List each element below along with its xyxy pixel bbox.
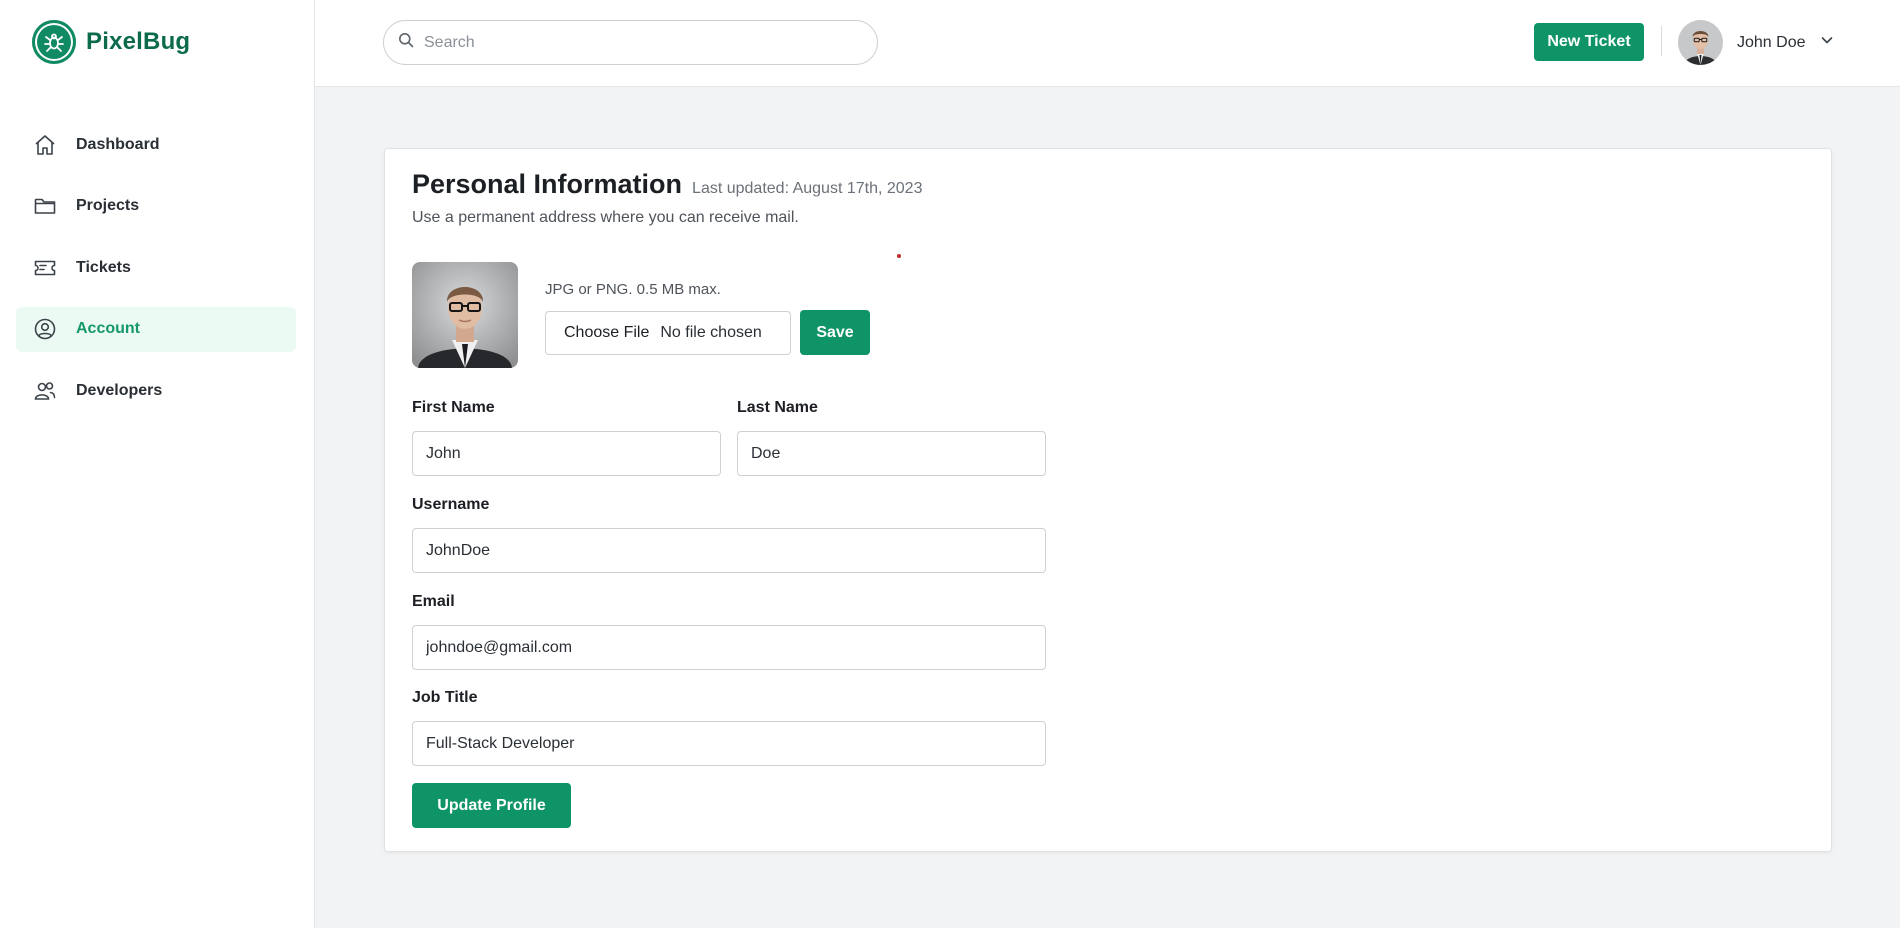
profile-photo [412, 262, 518, 368]
user-menu[interactable]: John Doe [1678, 20, 1834, 65]
sidebar-item-label: Projects [76, 197, 140, 214]
first-name-field[interactable] [412, 431, 721, 476]
header-divider [1661, 26, 1662, 56]
chevron-down-icon[interactable] [1820, 33, 1834, 52]
sidebar-item-dashboard[interactable]: Dashboard [16, 122, 296, 167]
save-photo-button[interactable]: Save [800, 310, 870, 355]
search-icon [398, 32, 414, 53]
subtitle: Use a permanent address where you can re… [412, 209, 799, 226]
avatar[interactable] [1678, 20, 1723, 65]
username-field[interactable] [412, 528, 1046, 573]
search-box[interactable] [383, 20, 878, 65]
username-label: Username [412, 496, 490, 513]
sidebar-item-label: Account [76, 320, 140, 337]
last-name-field[interactable] [737, 431, 1046, 476]
ticket-icon [32, 255, 58, 281]
update-profile-button[interactable]: Update Profile [412, 783, 571, 828]
sidebar-item-projects[interactable]: Projects [16, 184, 296, 229]
brand-name: PixelBug [86, 28, 191, 55]
folder-icon [32, 193, 58, 219]
search-input[interactable] [424, 33, 844, 52]
sidebar-item-label: Dashboard [76, 135, 160, 153]
choose-file-button[interactable]: Choose File [564, 324, 649, 342]
page-title: Personal Information [412, 169, 683, 199]
home-icon [32, 132, 58, 158]
bug-icon [32, 20, 76, 64]
email-field[interactable] [412, 625, 1046, 670]
upload-hint: JPG or PNG. 0.5 MB max. [545, 281, 721, 298]
sidebar-item-tickets[interactable]: Tickets [16, 245, 296, 290]
sidebar-item-label: Developers [76, 381, 163, 399]
user-circle-icon [32, 316, 58, 342]
last-updated: Last updated: August 17th, 2023 [692, 180, 923, 197]
users-icon [32, 378, 58, 404]
sidebar-item-developers[interactable]: Developers [16, 368, 296, 413]
new-ticket-button[interactable]: New Ticket [1534, 23, 1644, 61]
sidebar-nav: Dashboard Projects Tickets Account Devel… [16, 122, 296, 430]
job-title-label: Job Title [412, 689, 478, 706]
personal-info-card: Personal Information Last updated: Augus… [384, 148, 1832, 852]
title-row: Personal Information Last updated: Augus… [412, 169, 922, 200]
job-title-field[interactable] [412, 721, 1046, 766]
top-header: New Ticket John Doe [315, 0, 1900, 87]
sidebar-item-account[interactable]: Account [16, 306, 296, 352]
marker-dot [897, 254, 901, 258]
brand[interactable]: PixelBug [32, 20, 190, 64]
file-input[interactable]: Choose File No file chosen [545, 311, 791, 355]
sidebar-item-label: Tickets [76, 258, 131, 276]
email-label: Email [412, 593, 455, 610]
last-name-label: Last Name [737, 399, 818, 416]
user-name: John Doe [1737, 33, 1806, 51]
file-status: No file chosen [660, 324, 762, 341]
first-name-label: First Name [412, 399, 495, 416]
sidebar: PixelBug Dashboard Projects Tickets Acco… [0, 0, 315, 928]
